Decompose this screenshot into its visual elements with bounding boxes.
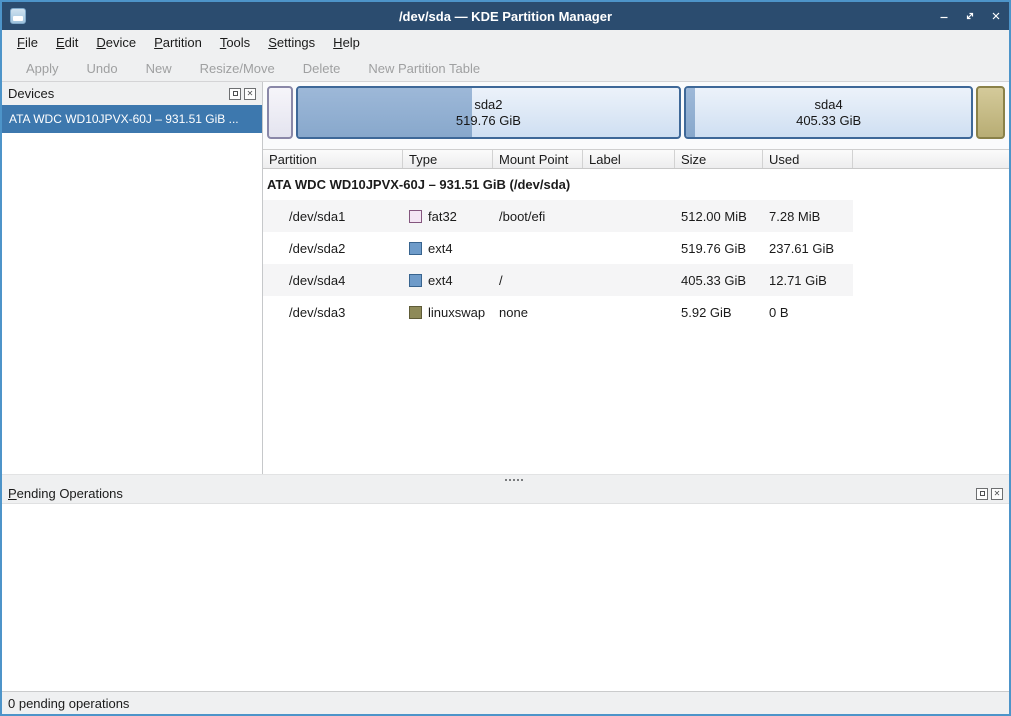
cell-mount-point: / bbox=[493, 273, 583, 288]
close-button[interactable] bbox=[983, 2, 1009, 30]
table-row-sda2[interactable]: /dev/sda2 ext4 519.76 GiB 237.61 GiB bbox=[263, 232, 853, 264]
fs-type-swatch bbox=[409, 306, 422, 319]
kde-partition-manager-window: /dev/sda — KDE Partition Manager File Ed… bbox=[0, 0, 1011, 716]
partition-block-sda1[interactable] bbox=[267, 86, 293, 139]
menu-edit[interactable]: Edit bbox=[47, 32, 87, 53]
table-row-sda3[interactable]: /dev/sda3 linuxswap none 5.92 GiB 0 B bbox=[263, 296, 853, 328]
devices-close-button[interactable]: ✕ bbox=[244, 88, 256, 100]
partition-block-sda4[interactable]: sda4 405.33 GiB bbox=[684, 86, 973, 139]
fs-type-swatch bbox=[409, 242, 422, 255]
device-group-header[interactable]: ATA WDC WD10JPVX-60J – 931.51 GiB (/dev/… bbox=[263, 169, 1009, 200]
cell-size: 519.76 GiB bbox=[675, 241, 763, 256]
table-row-sda4[interactable]: /dev/sda4 ext4 / 405.33 GiB 12.71 GiB bbox=[263, 264, 853, 296]
titlebar[interactable]: /dev/sda — KDE Partition Manager bbox=[2, 2, 1009, 30]
device-list-empty-area bbox=[2, 133, 262, 474]
cell-partition: /dev/sda2 bbox=[263, 241, 403, 256]
device-list-item[interactable]: ATA WDC WD10JPVX-60J – 931.51 GiB ... bbox=[2, 105, 262, 133]
table-header: Partition Type Mount Point Label Size Us… bbox=[263, 149, 1009, 169]
cell-partition: /dev/sda4 bbox=[263, 273, 403, 288]
minimize-icon bbox=[938, 10, 950, 22]
table-row-sda1[interactable]: /dev/sda1 fat32 /boot/efi 512.00 MiB 7.2… bbox=[263, 200, 853, 232]
partition-bar: sda2 519.76 GiB sda4 405.33 GiB bbox=[263, 82, 1009, 149]
new-button[interactable]: New bbox=[136, 58, 182, 79]
pending-operations-title: Pending Operations bbox=[8, 486, 976, 501]
partition-size: 519.76 GiB bbox=[456, 113, 521, 129]
status-bar: 0 pending operations bbox=[2, 691, 1009, 714]
float-icon bbox=[980, 491, 985, 496]
pending-operations-header: Pending Operations ✕ bbox=[2, 484, 1009, 503]
undo-button[interactable]: Undo bbox=[77, 58, 128, 79]
cell-size: 405.33 GiB bbox=[675, 273, 763, 288]
apply-button[interactable]: Apply bbox=[16, 58, 69, 79]
partition-block-sda3[interactable] bbox=[976, 86, 1005, 139]
cell-used: 7.28 MiB bbox=[763, 209, 853, 224]
horizontal-splitter[interactable] bbox=[2, 474, 1009, 484]
maximize-icon bbox=[964, 10, 976, 22]
partition-name: sda2 bbox=[474, 97, 502, 113]
column-header-size[interactable]: Size bbox=[675, 150, 763, 168]
menu-partition[interactable]: Partition bbox=[145, 32, 211, 53]
cell-mount-point: none bbox=[493, 305, 583, 320]
new-partition-table-button[interactable]: New Partition Table bbox=[358, 58, 490, 79]
menu-file[interactable]: File bbox=[8, 32, 47, 53]
cell-type: ext4 bbox=[428, 273, 453, 288]
cell-partition: /dev/sda3 bbox=[263, 305, 403, 320]
cell-partition: /dev/sda1 bbox=[263, 209, 403, 224]
cell-size: 5.92 GiB bbox=[675, 305, 763, 320]
close-icon: ✕ bbox=[994, 490, 1001, 498]
menu-tools[interactable]: Tools bbox=[211, 32, 259, 53]
toolbar: Apply Undo New Resize/Move Delete New Pa… bbox=[2, 55, 1009, 81]
column-header-spacer bbox=[853, 150, 1009, 168]
devices-panel-header: Devices ✕ bbox=[2, 82, 262, 105]
cell-used: 237.61 GiB bbox=[763, 241, 853, 256]
menu-help[interactable]: Help bbox=[324, 32, 369, 53]
content-area: sda2 519.76 GiB sda4 405.33 GiB bbox=[263, 82, 1009, 474]
partition-table: Partition Type Mount Point Label Size Us… bbox=[263, 149, 1009, 474]
maximize-button[interactable] bbox=[957, 2, 983, 30]
column-header-used[interactable]: Used bbox=[763, 150, 853, 168]
minimize-button[interactable] bbox=[931, 2, 957, 30]
column-header-mount-point[interactable]: Mount Point bbox=[493, 150, 583, 168]
devices-panel-title: Devices bbox=[8, 86, 229, 101]
cell-used: 0 B bbox=[763, 305, 853, 320]
column-header-type[interactable]: Type bbox=[403, 150, 493, 168]
menu-settings[interactable]: Settings bbox=[259, 32, 324, 53]
status-text: 0 pending operations bbox=[8, 696, 129, 711]
cell-type: linuxswap bbox=[428, 305, 485, 320]
column-header-label[interactable]: Label bbox=[583, 150, 675, 168]
devices-float-button[interactable] bbox=[229, 88, 241, 100]
delete-button[interactable]: Delete bbox=[293, 58, 351, 79]
devices-panel: Devices ✕ ATA WDC WD10JPVX-60J – 931.51 … bbox=[2, 82, 263, 474]
menubar: File Edit Device Partition Tools Setting… bbox=[2, 30, 1009, 55]
close-icon bbox=[990, 10, 1002, 22]
partition-name: sda4 bbox=[815, 97, 843, 113]
cell-mount-point: /boot/efi bbox=[493, 209, 583, 224]
cell-type: fat32 bbox=[428, 209, 457, 224]
float-icon bbox=[233, 91, 238, 96]
window-title: /dev/sda — KDE Partition Manager bbox=[2, 9, 1009, 24]
menu-device[interactable]: Device bbox=[87, 32, 145, 53]
close-icon: ✕ bbox=[247, 90, 254, 98]
app-icon bbox=[10, 8, 26, 24]
resize-move-button[interactable]: Resize/Move bbox=[190, 58, 285, 79]
pending-operations-list bbox=[2, 503, 1009, 691]
column-header-partition[interactable]: Partition bbox=[263, 150, 403, 168]
cell-used: 12.71 GiB bbox=[763, 273, 853, 288]
fs-type-swatch bbox=[409, 274, 422, 287]
cell-type: ext4 bbox=[428, 241, 453, 256]
pending-close-button[interactable]: ✕ bbox=[991, 488, 1003, 500]
cell-size: 512.00 MiB bbox=[675, 209, 763, 224]
partition-size: 405.33 GiB bbox=[796, 113, 861, 129]
fs-type-swatch bbox=[409, 210, 422, 223]
main-area: Devices ✕ ATA WDC WD10JPVX-60J – 931.51 … bbox=[2, 81, 1009, 474]
pending-float-button[interactable] bbox=[976, 488, 988, 500]
splitter-grip-icon bbox=[505, 479, 507, 481]
partition-block-sda2[interactable]: sda2 519.76 GiB bbox=[296, 86, 681, 139]
